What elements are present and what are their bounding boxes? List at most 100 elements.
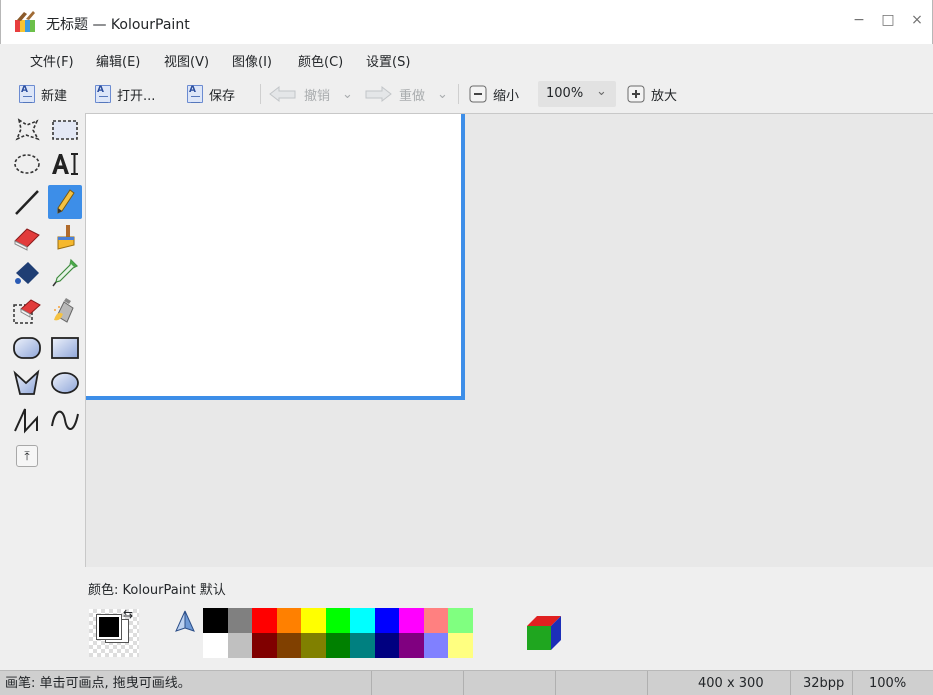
title-bar: 无标题 — KolourPaint − □ × bbox=[0, 0, 933, 44]
menu-file[interactable]: 文件(F) bbox=[30, 51, 74, 70]
palette-color-swatch[interactable] bbox=[276, 633, 301, 658]
palette-color-swatch[interactable] bbox=[301, 608, 326, 633]
swap-colors-icon[interactable]: ⇆ bbox=[123, 607, 133, 621]
curve-tool[interactable] bbox=[48, 403, 82, 437]
color-picker-tool[interactable] bbox=[48, 256, 82, 290]
text-icon bbox=[52, 153, 78, 175]
palette-color-swatch[interactable] bbox=[448, 608, 473, 633]
eraser-tool[interactable] bbox=[10, 221, 44, 255]
menu-bar: 文件(F) 编辑(E) 视图(V) 图像(I) 颜色(C) 设置(S) bbox=[0, 44, 933, 74]
menu-settings[interactable]: 设置(S) bbox=[366, 51, 410, 70]
status-zoom-level: 100% bbox=[869, 676, 907, 691]
canvas-resize-handle-bottom[interactable] bbox=[86, 396, 465, 400]
save-label: 保存 bbox=[209, 88, 236, 104]
connected-lines-tool[interactable] bbox=[10, 403, 44, 437]
redo-button[interactable]: 重做 ⌄ bbox=[363, 81, 448, 107]
open-button[interactable]: 打开... bbox=[95, 81, 155, 107]
color-panel: 颜色: KolourPaint 默认 ⇆ bbox=[85, 567, 933, 670]
pen-tool[interactable] bbox=[48, 185, 82, 219]
zoom-out-icon bbox=[469, 85, 487, 103]
menu-image[interactable]: 图像(I) bbox=[232, 51, 272, 70]
zoom-in-button[interactable]: 放大 bbox=[627, 81, 677, 107]
close-button[interactable]: × bbox=[907, 10, 927, 30]
line-tool[interactable] bbox=[10, 185, 44, 219]
foreground-color-swatch[interactable] bbox=[96, 614, 122, 640]
canvas-resize-handle-right[interactable] bbox=[461, 114, 465, 400]
color-eraser-tool[interactable] bbox=[10, 294, 44, 328]
minimize-button[interactable]: − bbox=[849, 10, 869, 30]
main-toolbar: 新建 打开... 保存 撤销 ⌄ 重做 ⌄ 缩小 100% ⌄ bbox=[0, 76, 933, 112]
foreground-background-colors[interactable]: ⇆ bbox=[89, 607, 139, 657]
palette-color-swatch[interactable] bbox=[203, 633, 228, 658]
maximize-button[interactable]: □ bbox=[878, 10, 898, 30]
palette-color-swatch[interactable] bbox=[252, 633, 277, 658]
palette-color-swatch[interactable] bbox=[227, 633, 252, 658]
palette-color-swatch[interactable] bbox=[350, 633, 375, 658]
palette-color-swatch[interactable] bbox=[252, 608, 277, 633]
save-document-icon bbox=[187, 85, 203, 103]
palette-color-swatch[interactable] bbox=[448, 633, 473, 658]
status-bar: 画笔: 单击可画点, 拖曳可画线。 400 x 300 32bpp 100% bbox=[0, 670, 933, 695]
palette-color-swatch[interactable] bbox=[423, 608, 448, 633]
undo-dropdown-icon[interactable]: ⌄ bbox=[342, 87, 353, 102]
elliptical-selection-tool[interactable] bbox=[10, 147, 44, 181]
polygon-icon bbox=[13, 369, 40, 395]
status-message: 画笔: 单击可画点, 拖曳可画线。 bbox=[0, 671, 372, 695]
color-similarity-cube-icon[interactable] bbox=[525, 614, 563, 652]
canvas-area[interactable] bbox=[85, 113, 933, 567]
text-tool[interactable] bbox=[48, 147, 82, 181]
zoom-combobox[interactable]: 100% ⌄ bbox=[538, 81, 616, 107]
transparent-color-icon[interactable] bbox=[174, 610, 196, 634]
rounded-rectangle-tool[interactable] bbox=[10, 331, 44, 365]
eraser-icon bbox=[14, 228, 40, 251]
menu-colors[interactable]: 颜色(C) bbox=[298, 51, 343, 70]
rectangle-tool[interactable] bbox=[48, 331, 82, 365]
status-cell-empty bbox=[372, 671, 464, 695]
palette-color-swatch[interactable] bbox=[325, 608, 350, 633]
free-form-selection-tool[interactable] bbox=[10, 113, 44, 147]
redo-dropdown-icon[interactable]: ⌄ bbox=[437, 87, 448, 102]
window-title: 无标题 — KolourPaint bbox=[46, 17, 190, 33]
palette-color-swatch[interactable] bbox=[350, 608, 375, 633]
extra-tool-icon: ⤒ bbox=[16, 445, 38, 467]
palette-color-swatch[interactable] bbox=[276, 608, 301, 633]
palette-color-swatch[interactable] bbox=[423, 633, 448, 658]
color-eraser-icon bbox=[13, 299, 41, 324]
zoom-out-label: 缩小 bbox=[493, 88, 520, 104]
palette-color-swatch[interactable] bbox=[374, 633, 399, 658]
zoom-value: 100% bbox=[546, 86, 584, 101]
brush-tool[interactable] bbox=[48, 221, 82, 255]
ellipse-tool[interactable] bbox=[48, 366, 82, 400]
palette-color-swatch[interactable] bbox=[227, 608, 252, 633]
drawing-canvas[interactable] bbox=[86, 114, 461, 396]
extra-tool-button[interactable]: ⤒ bbox=[10, 439, 44, 473]
zoom-out-button[interactable]: 缩小 bbox=[469, 81, 519, 107]
rectangular-selection-tool[interactable] bbox=[48, 113, 82, 147]
redo-label: 重做 bbox=[399, 88, 426, 104]
curve-icon bbox=[51, 410, 79, 430]
palette-color-swatch[interactable] bbox=[374, 608, 399, 633]
color-panel-title: 颜色: KolourPaint 默认 bbox=[88, 583, 226, 598]
undo-icon bbox=[269, 85, 296, 103]
menu-view[interactable]: 视图(V) bbox=[164, 51, 209, 70]
palette-color-swatch[interactable] bbox=[325, 633, 350, 658]
palette-color-swatch[interactable] bbox=[399, 608, 424, 633]
new-label: 新建 bbox=[41, 88, 68, 104]
kolourpaint-app-icon bbox=[15, 11, 35, 32]
tool-box: ⤒ bbox=[8, 113, 84, 670]
palette-color-swatch[interactable] bbox=[203, 608, 228, 633]
menu-edit[interactable]: 编辑(E) bbox=[96, 51, 140, 70]
save-button[interactable]: 保存 bbox=[187, 81, 235, 107]
polygon-tool[interactable] bbox=[10, 366, 44, 400]
flood-fill-icon bbox=[15, 262, 39, 284]
zoom-dropdown-icon[interactable]: ⌄ bbox=[596, 84, 607, 99]
palette-color-swatch[interactable] bbox=[399, 633, 424, 658]
status-cell-empty bbox=[556, 671, 648, 695]
spray-can-tool[interactable] bbox=[48, 294, 82, 328]
new-button[interactable]: 新建 bbox=[19, 81, 67, 107]
palette-color-swatch[interactable] bbox=[301, 633, 326, 658]
status-cell-empty bbox=[464, 671, 556, 695]
redo-icon bbox=[365, 85, 392, 103]
undo-button[interactable]: 撤销 ⌄ bbox=[268, 81, 353, 107]
flood-fill-tool[interactable] bbox=[10, 256, 44, 290]
